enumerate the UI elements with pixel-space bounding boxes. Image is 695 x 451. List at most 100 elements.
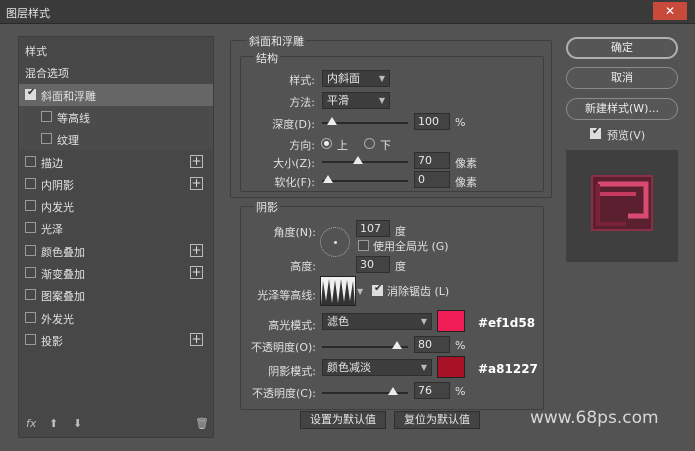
- size-input[interactable]: 70: [414, 152, 450, 169]
- shadow-mode-value: 颜色减淡: [327, 361, 371, 374]
- add-effect-plus-icon[interactable]: +: [190, 332, 203, 346]
- shadow-opacity-input[interactable]: 76: [414, 382, 450, 399]
- shadow-mode-select[interactable]: 颜色减淡 ▼: [322, 359, 432, 376]
- depth-slider-thumb[interactable]: [327, 117, 338, 125]
- sidebar-item-label: 渐变叠加: [41, 268, 85, 281]
- highlight-opacity-thumb[interactable]: [391, 341, 402, 349]
- technique-label: 方法:: [289, 96, 315, 109]
- size-slider-thumb[interactable]: [353, 156, 364, 164]
- depth-slider[interactable]: [322, 117, 408, 125]
- sidebar-item[interactable]: 外发光: [19, 307, 213, 329]
- angle-dial[interactable]: [320, 227, 350, 257]
- title-bar: 图层样式 ✕: [0, 0, 695, 24]
- sidebar-item[interactable]: 斜面和浮雕: [19, 83, 213, 106]
- add-effect-plus-icon[interactable]: +: [190, 176, 203, 190]
- move-up-icon[interactable]: ⬆: [49, 417, 58, 430]
- shadow-opacity-thumb[interactable]: [388, 387, 399, 395]
- shadow-opacity-slider[interactable]: [322, 387, 408, 395]
- sidebar-item[interactable]: 描边 +: [19, 151, 213, 173]
- sidebar-item-checkbox[interactable]: [25, 87, 36, 100]
- sidebar-item-label: 颜色叠加: [41, 245, 85, 259]
- shadow-opacity-label: 不透明度(C):: [252, 387, 316, 400]
- sidebar-item-checkbox[interactable]: [25, 333, 36, 345]
- add-effect-plus-icon[interactable]: +: [190, 154, 203, 168]
- watermark: www.68ps.com: [530, 408, 659, 428]
- sidebar-item-label: 图案叠加: [41, 290, 85, 304]
- ok-button[interactable]: 确定: [566, 37, 678, 59]
- sidebar-item[interactable]: 纹理: [19, 128, 213, 151]
- sidebar-item[interactable]: 样式: [19, 39, 213, 61]
- soften-slider-thumb[interactable]: [323, 175, 333, 183]
- antialias-checkbox[interactable]: [372, 283, 383, 296]
- sidebar-item-label: 内阴影: [41, 178, 74, 192]
- sidebar-item-label: 等高线: [57, 111, 90, 125]
- sidebar-item-label: 样式: [25, 45, 47, 58]
- global-light-checkbox[interactable]: [358, 240, 369, 251]
- highlight-opacity-input[interactable]: 80: [414, 336, 450, 353]
- fx-icon[interactable]: fx: [26, 417, 36, 430]
- altitude-label: 高度:: [290, 260, 316, 273]
- soften-slider[interactable]: [322, 175, 408, 183]
- depth-label: 深度(D):: [272, 118, 315, 131]
- add-effect-plus-icon[interactable]: +: [190, 266, 203, 279]
- sidebar-item-checkbox[interactable]: [25, 244, 36, 256]
- move-down-icon[interactable]: ⬇: [73, 417, 82, 430]
- sidebar-item-checkbox[interactable]: [25, 155, 36, 167]
- style-preview: [566, 150, 678, 262]
- direction-down-radio[interactable]: [364, 138, 375, 149]
- sidebar-item[interactable]: 内发光: [19, 195, 213, 217]
- preview-graphic: [566, 150, 678, 262]
- sidebar-footer: fx ⬆ ⬇ 🗑: [19, 411, 213, 437]
- sidebar-item[interactable]: 图案叠加: [19, 284, 213, 306]
- sidebar-item[interactable]: 渐变叠加 +: [19, 262, 213, 284]
- depth-unit: %: [455, 116, 466, 129]
- highlight-color-swatch[interactable]: [437, 310, 465, 332]
- direction-up-radio[interactable]: [321, 138, 332, 149]
- sidebar-item-checkbox[interactable]: [41, 110, 52, 122]
- angle-dial-center: [334, 241, 337, 244]
- sidebar-item-checkbox[interactable]: [25, 222, 36, 234]
- sidebar-item-checkbox[interactable]: [25, 267, 36, 278]
- reset-default-button[interactable]: 复位为默认值: [394, 411, 480, 429]
- technique-value: 平滑: [327, 94, 349, 107]
- sidebar-item-checkbox[interactable]: [41, 133, 52, 145]
- add-effect-plus-icon[interactable]: +: [190, 243, 203, 257]
- window-title: 图层样式: [6, 7, 50, 20]
- style-select[interactable]: 内斜面 ▼: [322, 70, 390, 87]
- close-button[interactable]: ✕: [653, 2, 687, 20]
- chevron-down-icon: ▼: [378, 74, 385, 83]
- altitude-unit: 度: [395, 260, 406, 273]
- gloss-contour-preview[interactable]: [320, 276, 356, 306]
- depth-input[interactable]: 100: [414, 113, 450, 130]
- new-style-button[interactable]: 新建样式(W)...: [566, 98, 678, 120]
- sidebar-item-checkbox[interactable]: [25, 311, 36, 323]
- cancel-button[interactable]: 取消: [566, 67, 678, 89]
- set-default-button[interactable]: 设置为默认值: [300, 411, 386, 429]
- contour-chevron-icon[interactable]: ▼: [357, 287, 363, 296]
- soften-input[interactable]: 0: [414, 171, 450, 188]
- altitude-input[interactable]: 30: [356, 256, 390, 273]
- highlight-mode-select[interactable]: 滤色 ▼: [322, 313, 432, 330]
- sidebar-item-label: 斜面和浮雕: [41, 89, 96, 103]
- angle-input[interactable]: 107: [356, 220, 390, 237]
- trash-icon[interactable]: 🗑: [195, 417, 209, 430]
- shadow-hex-label: #a81227: [478, 362, 538, 376]
- sidebar-item-checkbox[interactable]: [25, 289, 36, 301]
- highlight-opacity-slider[interactable]: [322, 341, 408, 349]
- size-slider[interactable]: [322, 156, 408, 164]
- sidebar-item-label: 光泽: [41, 223, 63, 237]
- technique-select[interactable]: 平滑 ▼: [322, 92, 390, 109]
- shadow-color-swatch[interactable]: [437, 356, 465, 378]
- gloss-contour-label: 光泽等高线:: [257, 289, 316, 302]
- sidebar-item[interactable]: 内阴影 +: [19, 173, 213, 195]
- sidebar-item[interactable]: 投影 +: [19, 329, 213, 351]
- sidebar-item[interactable]: 等高线: [19, 105, 213, 128]
- sidebar-item[interactable]: 颜色叠加 +: [19, 240, 213, 262]
- sidebar-item-checkbox[interactable]: [25, 177, 36, 189]
- sidebar-item-checkbox[interactable]: [25, 200, 36, 212]
- highlight-mode-label: 高光模式:: [268, 319, 316, 332]
- direction-up-label: 上: [337, 139, 348, 152]
- sidebar-item[interactable]: 光泽: [19, 217, 213, 239]
- sidebar-item[interactable]: 混合选项: [19, 61, 213, 83]
- preview-checkbox[interactable]: [590, 126, 601, 139]
